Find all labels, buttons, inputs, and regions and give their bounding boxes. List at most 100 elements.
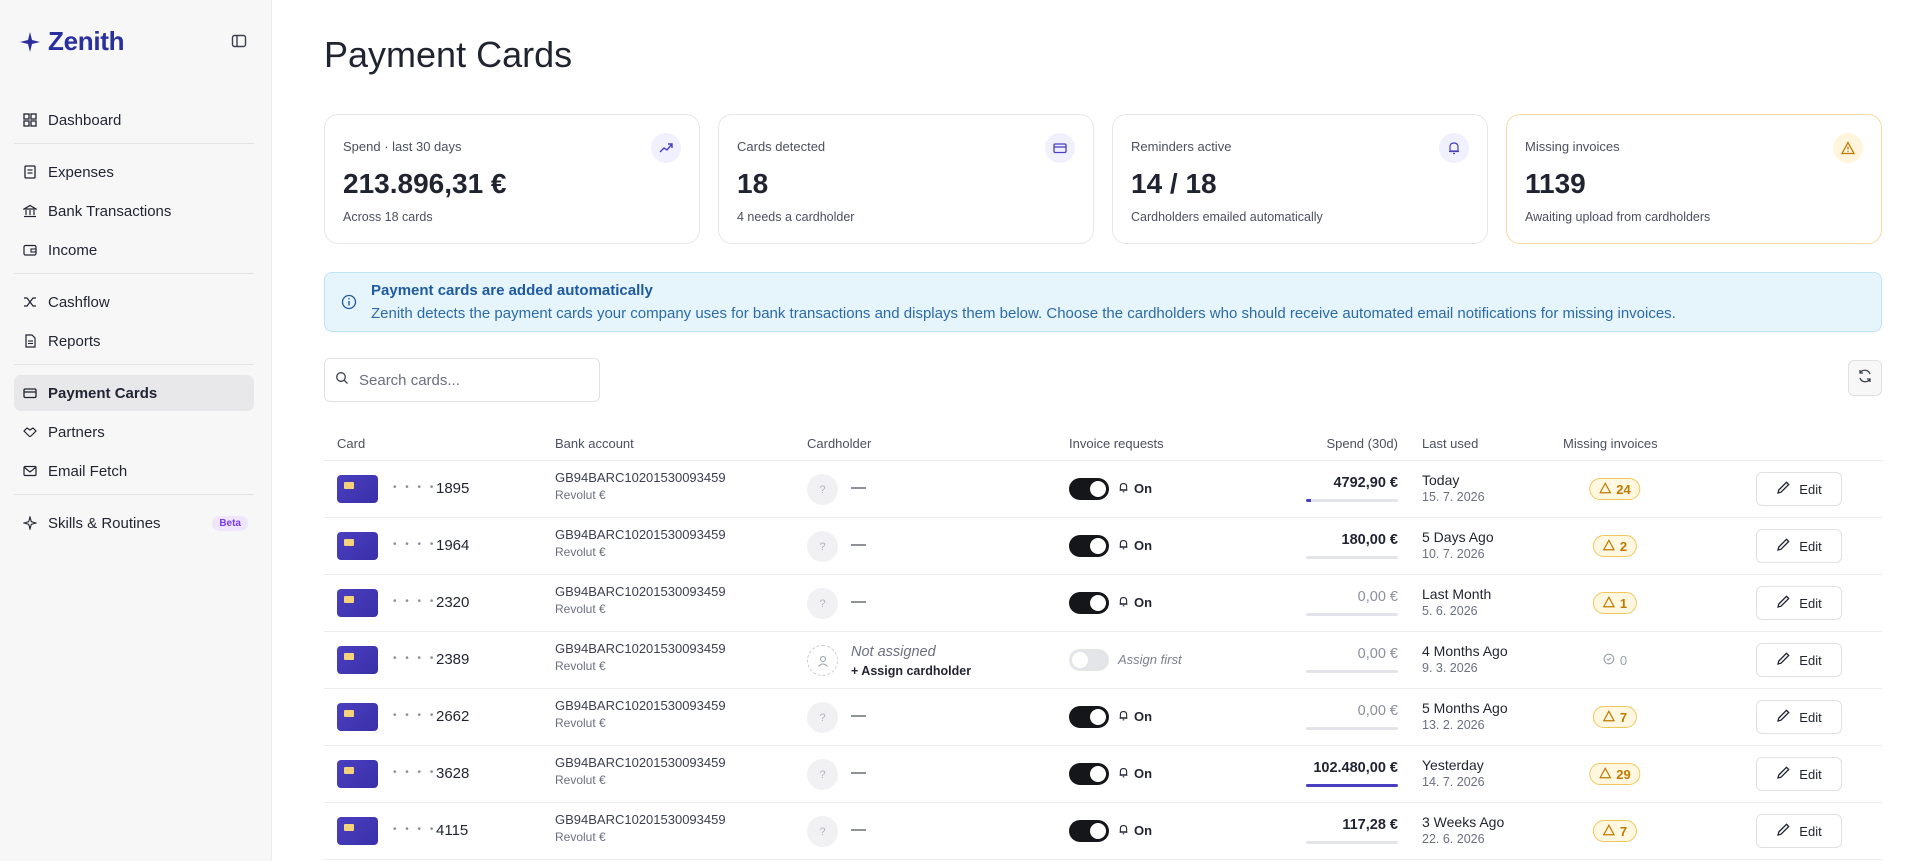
bank-account: GB94BARC10201530093459 Revolut € [555,584,726,616]
sidebar-item-payment-cards[interactable]: Payment Cards [14,375,254,411]
invoice-request-toggle[interactable] [1069,649,1109,671]
last-used-date: 15. 7. 2026 [1422,490,1485,504]
card-last4: 1895 [436,480,470,497]
sidebar-item-income[interactable]: Income [14,232,254,268]
invoice-status-text: On [1134,538,1153,553]
spend-bar-fill [1306,784,1398,787]
last-used-date: 10. 7. 2026 [1422,547,1485,561]
warning-icon [1602,823,1616,839]
bank-account: GB94BARC10201530093459 Revolut € [555,527,726,559]
invoice-request-toggle[interactable] [1069,763,1109,785]
spend-bar [1306,556,1398,559]
pencil-icon [1776,537,1791,555]
sidebar-item-expenses[interactable]: Expenses [14,154,254,190]
brand-logo[interactable]: Zenith [18,26,124,57]
invoice-request-toggle[interactable] [1069,478,1109,500]
invoice-status-text: On [1134,481,1153,496]
refresh-button[interactable] [1848,360,1882,396]
iban: GB94BARC10201530093459 [555,584,726,599]
handshake-icon [22,424,38,440]
edit-button[interactable]: Edit [1756,814,1842,848]
invoice-request-toggle[interactable] [1069,706,1109,728]
column-header-card[interactable]: Card [337,436,365,451]
column-header-bank-account[interactable]: Bank account [555,436,634,451]
card-last4: 4115 [436,822,469,839]
sidebar-item-label: Income [48,241,98,259]
edit-button[interactable]: Edit [1756,643,1842,677]
cardholder-name: — [851,479,866,496]
sidebar-item-skills-routines[interactable]: Skills & Routines Beta [14,505,254,541]
mail-icon [22,463,38,479]
sidebar-item-bank-transactions[interactable]: Bank Transactions [14,193,254,229]
iban: GB94BARC10201530093459 [555,527,726,542]
invoice-request-toggle[interactable] [1069,592,1109,614]
missing-count: 24 [1616,481,1631,497]
bank-account: GB94BARC10201530093459 Revolut € [555,470,726,502]
sidebar-item-label: Reports [48,332,101,350]
iban: GB94BARC10201530093459 [555,470,726,485]
column-header-last-used[interactable]: Last used [1422,436,1478,451]
user-placeholder-icon [807,645,838,676]
edit-button[interactable]: Edit [1756,529,1842,563]
edit-button[interactable]: Edit [1756,700,1842,734]
bank-account: GB94BARC10201530093459 Revolut € [555,641,726,673]
invoice-status: On [1118,538,1152,553]
table-row[interactable]: • • • • 2662 GB94BARC10201530093459 Revo… [324,689,1882,746]
card-last4: 2320 [436,594,470,611]
table-row[interactable]: • • • • 1895 GB94BARC10201530093459 Revo… [324,461,1882,518]
edit-label: Edit [1799,538,1822,554]
cardholder-avatar: ? [807,531,838,562]
trending-up-icon [651,133,681,163]
sidebar-item-label: Email Fetch [48,462,128,480]
column-header-invoice-requests[interactable]: Invoice requests [1069,436,1164,451]
cardholder-avatar: ? [807,474,838,505]
collapse-sidebar-button[interactable] [228,30,250,52]
bell-icon [1118,481,1129,496]
sidebar-nav: Dashboard Expenses Bank Transactions Inc… [14,102,254,544]
sidebar-item-reports[interactable]: Reports [14,323,254,359]
edit-button[interactable]: Edit [1756,586,1842,620]
sidebar-item-email-fetch[interactable]: Email Fetch [14,453,254,489]
spend-amount: 0,00 € [1357,646,1398,662]
column-header-cardholder[interactable]: Cardholder [807,436,871,451]
column-header-spend[interactable]: Spend (30d) [1326,436,1398,451]
stat-value: 18 [737,168,769,199]
table-row[interactable]: • • • • 2320 GB94BARC10201530093459 Revo… [324,575,1882,632]
sidebar-item-cashflow[interactable]: Cashflow [14,284,254,320]
sidebar-item-dashboard[interactable]: Dashboard [14,102,254,138]
stats-row: Spend · last 30 days 213.896,31 € Across… [324,114,1882,244]
table-row[interactable]: • • • • 3628 GB94BARC10201530093459 Revo… [324,746,1882,803]
sidebar-item-label: Dashboard [48,111,122,129]
last-used-date: 9. 3. 2026 [1422,661,1478,675]
table-row[interactable]: • • • • 2389 GB94BARC10201530093459 Revo… [324,632,1882,689]
last-used: 4 Months Ago 9. 3. 2026 [1422,643,1508,675]
card-last4: 3628 [436,765,470,782]
card-thumbnail [337,817,378,845]
invoice-request-toggle[interactable] [1069,535,1109,557]
missing-invoices-badge: 24 [1589,478,1641,500]
invoice-request-toggle[interactable] [1069,820,1109,842]
edit-label: Edit [1799,481,1822,497]
table-row[interactable]: • • • • 4115 GB94BARC10201530093459 Revo… [324,803,1882,860]
search-box [324,358,600,402]
edit-button[interactable]: Edit [1756,472,1842,506]
document-icon [22,333,38,349]
cardholder-name: — [851,821,866,838]
edit-label: Edit [1799,652,1822,668]
stat-card-cards: Cards detected 18 4 needs a cardholder [718,114,1094,244]
stat-card-missing-invoices: Missing invoices 1139 Awaiting upload fr… [1506,114,1882,244]
beta-badge: Beta [212,515,248,531]
last-used-date: 22. 6. 2026 [1422,832,1485,846]
edit-button[interactable]: Edit [1756,757,1842,791]
assign-cardholder-link[interactable]: + Assign cardholder [851,664,971,678]
divider [14,364,254,365]
spend-amount: 117,28 € [1342,817,1398,833]
table-row[interactable]: • • • • 1964 GB94BARC10201530093459 Revo… [324,518,1882,575]
warning-icon [1602,595,1616,611]
warning-icon [1599,766,1612,782]
search-input[interactable] [359,371,579,389]
spend-bar [1306,841,1398,844]
column-header-missing-invoices[interactable]: Missing invoices [1563,436,1658,451]
sidebar-item-partners[interactable]: Partners [14,414,254,450]
missing-count: 2 [1619,538,1628,554]
